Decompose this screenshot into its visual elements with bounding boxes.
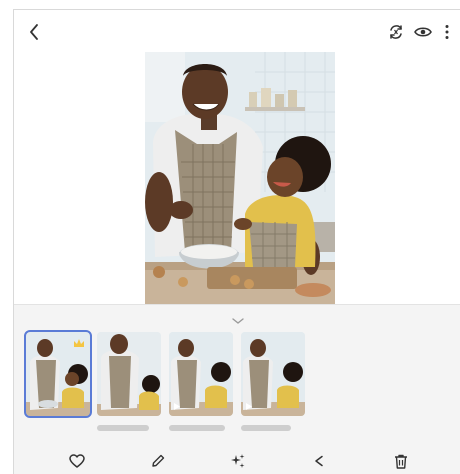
thumbnail-label-blurs <box>97 425 291 431</box>
more-vertical-icon <box>445 25 449 39</box>
favorite-button[interactable] <box>64 448 90 474</box>
enhance-button[interactable] <box>225 448 251 474</box>
pencil-icon <box>152 454 165 467</box>
photo-father-child-baking <box>145 52 335 304</box>
delete-button[interactable] <box>388 448 414 474</box>
thumbnail-4[interactable] <box>241 332 305 416</box>
bottom-action-bar <box>14 448 460 474</box>
main-photo[interactable] <box>145 52 335 304</box>
chevron-down-icon <box>232 318 244 324</box>
play-icon <box>246 403 252 410</box>
remaster-icon <box>390 25 402 39</box>
more-options-button[interactable] <box>434 19 460 45</box>
thumbnail-2[interactable] <box>97 332 161 416</box>
panel-handle[interactable] <box>230 312 246 324</box>
chevron-left-icon <box>30 24 38 40</box>
top-bar <box>14 10 460 54</box>
eye-icon <box>414 27 432 37</box>
remaster-button[interactable] <box>383 19 409 45</box>
crown-icon <box>74 339 84 347</box>
share-icon <box>315 455 323 467</box>
preview-button[interactable] <box>410 19 436 45</box>
edit-button[interactable] <box>145 448 171 474</box>
back-button[interactable] <box>21 19 47 45</box>
thumbnail-3[interactable] <box>169 332 233 416</box>
sparkle-icon <box>231 454 245 468</box>
share-button[interactable] <box>306 448 332 474</box>
trash-icon <box>395 454 407 469</box>
play-icon <box>174 403 180 410</box>
thumbnail-image <box>97 332 161 416</box>
heart-icon <box>69 454 85 468</box>
thumbnail-1[interactable] <box>24 330 92 418</box>
